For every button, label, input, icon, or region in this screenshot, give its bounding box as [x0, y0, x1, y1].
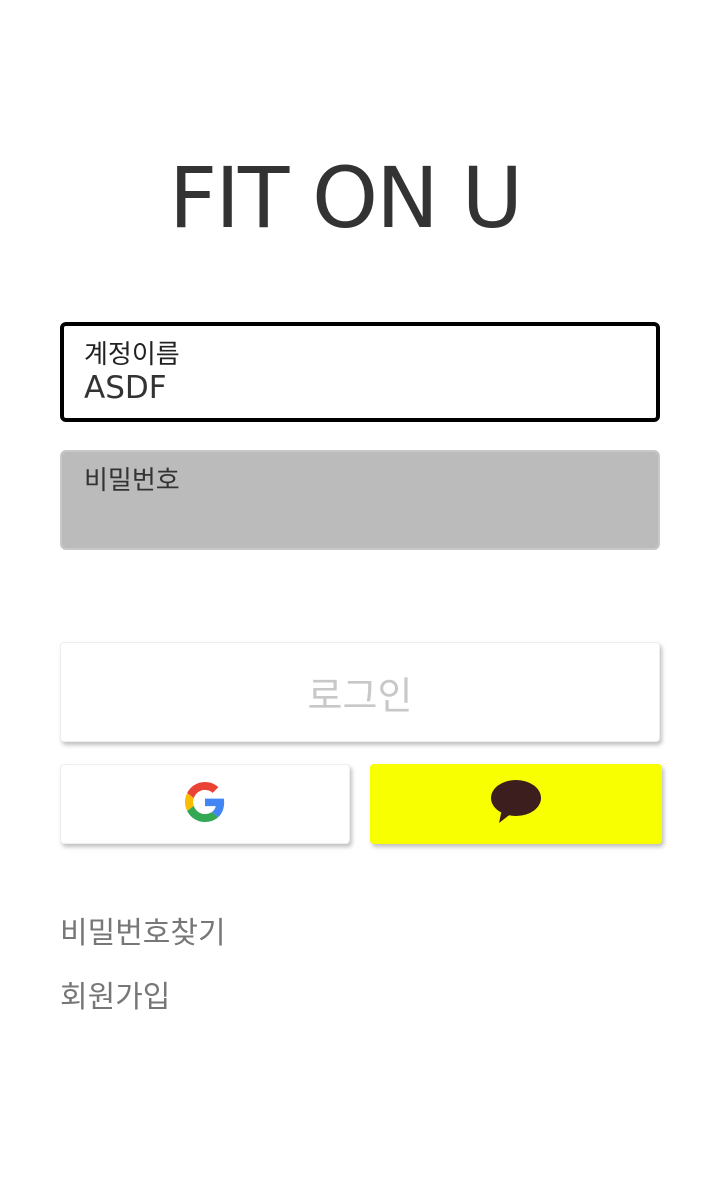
login-button[interactable]: 로그인: [60, 642, 660, 742]
google-login-button[interactable]: [60, 764, 350, 844]
find-password-link[interactable]: 비밀번호찾기: [60, 908, 226, 952]
signup-link[interactable]: 회원가입: [60, 972, 170, 1016]
kakao-chat-icon: [490, 780, 542, 828]
app-title: FIT ON U: [168, 149, 523, 247]
username-field[interactable]: 계정이름: [60, 322, 660, 422]
password-input[interactable]: [82, 494, 622, 534]
username-input[interactable]: [84, 368, 624, 408]
password-label: 비밀번호: [84, 466, 180, 496]
kakao-login-button[interactable]: [370, 764, 662, 844]
username-label: 계정이름: [84, 340, 180, 370]
password-field[interactable]: 비밀번호: [60, 450, 660, 550]
google-icon: [185, 782, 225, 826]
